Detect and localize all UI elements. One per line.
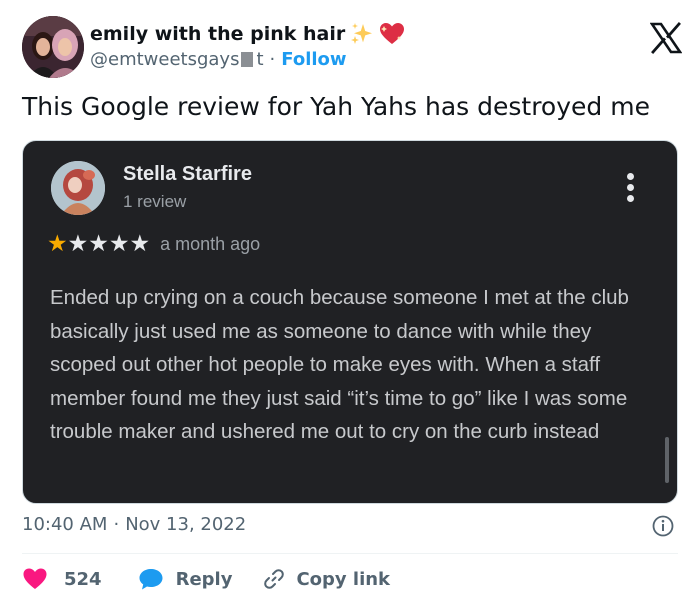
info-icon[interactable] <box>652 515 674 537</box>
tweet-text: This Google review for Yah Yahs has dest… <box>22 92 650 121</box>
tweet-date[interactable]: Nov 13, 2022 <box>125 514 246 535</box>
like-button[interactable]: 524 <box>22 567 102 591</box>
x-logo-icon[interactable] <box>649 22 683 54</box>
star-icon: ★ <box>108 231 130 257</box>
scrollbar-thumb[interactable] <box>665 437 669 483</box>
author-handle-end[interactable]: t <box>256 49 263 70</box>
star-rating: ★ ★ ★ ★ ★ a month ago <box>47 232 260 256</box>
follow-button[interactable]: Follow <box>281 49 346 70</box>
author-handle[interactable]: @emtweetsgays <box>90 49 239 70</box>
separator-dot: · <box>269 49 276 70</box>
kebab-menu-icon[interactable] <box>627 173 635 205</box>
heart-icon <box>22 567 48 591</box>
tweet-timestamp[interactable]: 10:40 AM · Nov 13, 2022 <box>22 514 246 535</box>
star-icon: ★ <box>129 231 151 257</box>
speech-bubble-icon <box>138 567 164 591</box>
review-screenshot: Stella Starfire 1 review ★ ★ ★ ★ ★ a mon… <box>22 140 678 504</box>
author-avatar[interactable] <box>22 16 84 78</box>
tweet-header: emily with the pink hair @emtweetsgays t… <box>22 16 683 78</box>
copy-link-label: Copy link <box>296 568 391 590</box>
heart-icon <box>379 22 405 46</box>
review-body: Ended up crying on a couch because someo… <box>50 286 629 443</box>
copy-link-button[interactable]: Copy link <box>262 567 390 591</box>
reviewer-review-count: 1 review <box>123 192 187 211</box>
review-date: a month ago <box>160 233 261 254</box>
action-bar: 524 Reply Copy link <box>22 566 390 592</box>
author-display-name[interactable]: emily with the pink hair <box>90 23 345 45</box>
tweet-time[interactable]: 10:40 AM <box>22 514 107 535</box>
reply-label: Reply <box>175 568 233 590</box>
sparkles-icon <box>350 22 374 46</box>
reviewer-name[interactable]: Stella Starfire <box>123 163 252 186</box>
like-count: 524 <box>64 568 102 590</box>
star-icon: ★ <box>67 231 89 257</box>
reply-button[interactable]: Reply <box>138 567 233 591</box>
redaction-block <box>241 52 254 67</box>
star-icon: ★ <box>88 231 109 257</box>
separator-dot: · <box>113 514 120 535</box>
link-icon <box>262 567 286 591</box>
divider <box>22 553 678 554</box>
star-icon: ★ <box>47 231 68 257</box>
reviewer-avatar <box>51 161 105 215</box>
